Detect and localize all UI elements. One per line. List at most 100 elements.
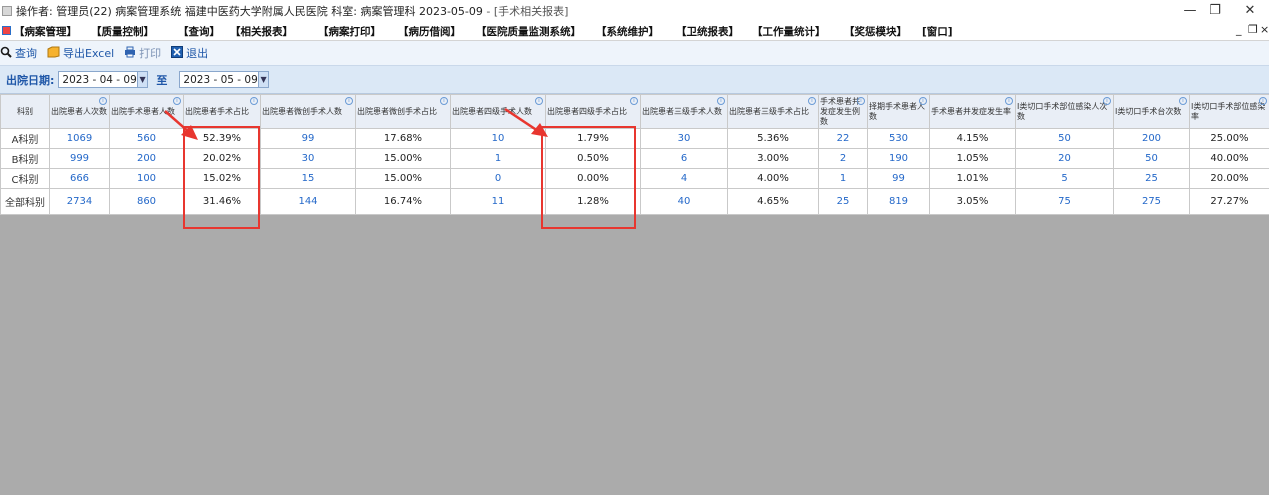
menu-item-rewards-penalties[interactable]: 【奖惩模块】 [844, 24, 907, 39]
column-header-10[interactable]: 手术患者并发症发生例数 i [818, 94, 868, 129]
info-icon[interactable]: i [173, 97, 181, 105]
title-bar: 操作者: 管理员(22) 病案管理系统 福建中医药大学附属人民医院 科室: 病案… [0, 0, 1269, 21]
drilldown-count-cell[interactable]: 4 [640, 168, 728, 189]
menu-item-record-borrowing[interactable]: 【病历借阅】 [398, 24, 461, 39]
drilldown-count-cell[interactable]: 30 [640, 128, 728, 149]
info-icon[interactable]: i [1103, 97, 1111, 105]
exit-icon [171, 46, 184, 60]
drilldown-count-cell[interactable]: 1 [818, 168, 868, 189]
drilldown-count-cell[interactable]: 75 [1015, 188, 1114, 215]
ratio-cell: 15.00% [355, 148, 451, 169]
column-header-8[interactable]: 出院患者三级手术人数 i [640, 94, 728, 129]
info-icon[interactable]: i [250, 97, 258, 105]
drilldown-count-cell[interactable]: 30 [260, 148, 356, 169]
drilldown-count-cell[interactable]: 25 [1113, 168, 1190, 189]
drilldown-count-cell[interactable]: 5 [1015, 168, 1114, 189]
info-icon[interactable]: i [808, 97, 816, 105]
query-button[interactable]: 查询 [0, 45, 37, 61]
ratio-cell: 1.01% [929, 168, 1016, 189]
column-header-5[interactable]: 出院患者微创手术占比 i [355, 94, 451, 129]
column-header-dept[interactable]: 科别 [0, 94, 50, 129]
drilldown-count-cell[interactable]: 2 [818, 148, 868, 169]
mdi-restore-button[interactable]: ❐ [1248, 23, 1258, 36]
drilldown-count-cell[interactable]: 666 [49, 168, 110, 189]
chevron-down-icon[interactable]: ▼ [136, 72, 148, 87]
drilldown-count-cell[interactable]: 100 [109, 168, 184, 189]
drilldown-count-cell[interactable]: 190 [867, 148, 930, 169]
drilldown-count-cell[interactable]: 560 [109, 128, 184, 149]
drilldown-count-cell[interactable]: 860 [109, 188, 184, 215]
menu-item-reports[interactable]: 【相关报表】 [230, 24, 293, 39]
column-header-6[interactable]: 出院患者四级手术人数 i [450, 94, 546, 129]
menu-item-quality-control[interactable]: 【质量控制】 [91, 24, 154, 39]
info-icon[interactable]: i [630, 97, 638, 105]
menu-item-health-statistics[interactable]: 【卫统报表】 [676, 24, 739, 39]
drilldown-count-cell[interactable]: 25 [818, 188, 868, 215]
start-date-picker[interactable]: 2023 - 04 - 09 ▼ [58, 71, 149, 88]
print-button[interactable]: 打印 [124, 45, 161, 61]
column-header-2[interactable]: 出院手术患者人数 i [109, 94, 184, 129]
info-icon[interactable]: i [1259, 97, 1267, 105]
drilldown-count-cell[interactable]: 1069 [49, 128, 110, 149]
menu-item-query[interactable]: 【查询】 [178, 24, 220, 39]
drilldown-count-cell[interactable]: 2734 [49, 188, 110, 215]
column-header-7[interactable]: 出院患者四级手术占比 i [545, 94, 641, 129]
info-icon[interactable]: i [535, 97, 543, 105]
info-icon[interactable]: i [345, 97, 353, 105]
info-icon[interactable]: i [440, 97, 448, 105]
chevron-down-icon[interactable]: ▼ [257, 72, 269, 87]
drilldown-count-cell[interactable]: 11 [450, 188, 546, 215]
close-button[interactable]: ✕ [1230, 0, 1269, 21]
info-icon[interactable]: i [99, 97, 107, 105]
drilldown-count-cell[interactable]: 50 [1015, 128, 1114, 149]
column-header-13[interactable]: I类切口手术部位感染人次数 i [1015, 94, 1114, 129]
end-date-picker[interactable]: 2023 - 05 - 09 ▼ [179, 71, 270, 88]
drilldown-count-cell[interactable]: 144 [260, 188, 356, 215]
column-header-14[interactable]: I类切口手术台次数 i [1113, 94, 1190, 129]
column-header-label: 出院手术患者人数 [111, 106, 175, 116]
window-title: 操作者: 管理员(22) 病案管理系统 福建中医药大学附属人民医院 科室: 病案… [16, 3, 568, 19]
mdi-close-button[interactable]: × [1260, 23, 1269, 36]
drilldown-count-cell[interactable]: 530 [867, 128, 930, 149]
drilldown-count-cell[interactable]: 99 [867, 168, 930, 189]
menu-item-window[interactable]: [窗口] [922, 24, 953, 39]
menu-item-record-printing[interactable]: 【病案打印】 [318, 24, 381, 39]
ratio-cell: 31.46% [183, 188, 261, 215]
menu-item-system-maintenance[interactable]: 【系统维护】 [596, 24, 659, 39]
column-header-15[interactable]: I类切口手术部位感染率 i [1189, 94, 1269, 129]
drilldown-count-cell[interactable]: 50 [1113, 148, 1190, 169]
info-icon[interactable]: i [857, 97, 865, 105]
drilldown-count-cell[interactable]: 20 [1015, 148, 1114, 169]
export-excel-button[interactable]: 导出Excel [47, 45, 114, 61]
drilldown-count-cell[interactable]: 0 [450, 168, 546, 189]
column-header-1[interactable]: 出院患者人次数 i [49, 94, 110, 129]
drilldown-count-cell[interactable]: 99 [260, 128, 356, 149]
drilldown-count-cell[interactable]: 15 [260, 168, 356, 189]
menu-item-workload-statistics[interactable]: 【工作量统计】 [752, 24, 826, 39]
menu-item-quality-monitoring[interactable]: 【医院质量监测系统】 [476, 24, 581, 39]
drilldown-count-cell[interactable]: 819 [867, 188, 930, 215]
drilldown-count-cell[interactable]: 999 [49, 148, 110, 169]
info-icon[interactable]: i [717, 97, 725, 105]
column-header-4[interactable]: 出院患者微创手术人数 i [260, 94, 356, 129]
drilldown-count-cell[interactable]: 6 [640, 148, 728, 169]
drilldown-count-cell[interactable]: 200 [1113, 128, 1190, 149]
info-icon[interactable]: i [1005, 97, 1013, 105]
drilldown-count-cell[interactable]: 40 [640, 188, 728, 215]
column-header-11[interactable]: 择期手术患者人数 i [867, 94, 930, 129]
column-header-label: 出院患者四级手术人数 [452, 106, 532, 116]
drilldown-count-cell[interactable]: 200 [109, 148, 184, 169]
column-header-12[interactable]: 手术患者并发症发生率 i [929, 94, 1016, 129]
drilldown-count-cell[interactable]: 22 [818, 128, 868, 149]
drilldown-count-cell[interactable]: 10 [450, 128, 546, 149]
restore-button[interactable]: ❐ [1195, 0, 1235, 21]
info-icon[interactable]: i [919, 97, 927, 105]
exit-button[interactable]: 退出 [171, 45, 208, 61]
column-header-9[interactable]: 出院患者三级手术占比 i [727, 94, 819, 129]
drilldown-count-cell[interactable]: 1 [450, 148, 546, 169]
drilldown-count-cell[interactable]: 275 [1113, 188, 1190, 215]
column-header-3[interactable]: 出院患者手术占比 i [183, 94, 261, 129]
info-icon[interactable]: i [1179, 97, 1187, 105]
menu-item-medical-record-management[interactable]: 【病案管理】 [14, 24, 77, 39]
mdi-minimize-button[interactable]: _ [1236, 23, 1242, 36]
